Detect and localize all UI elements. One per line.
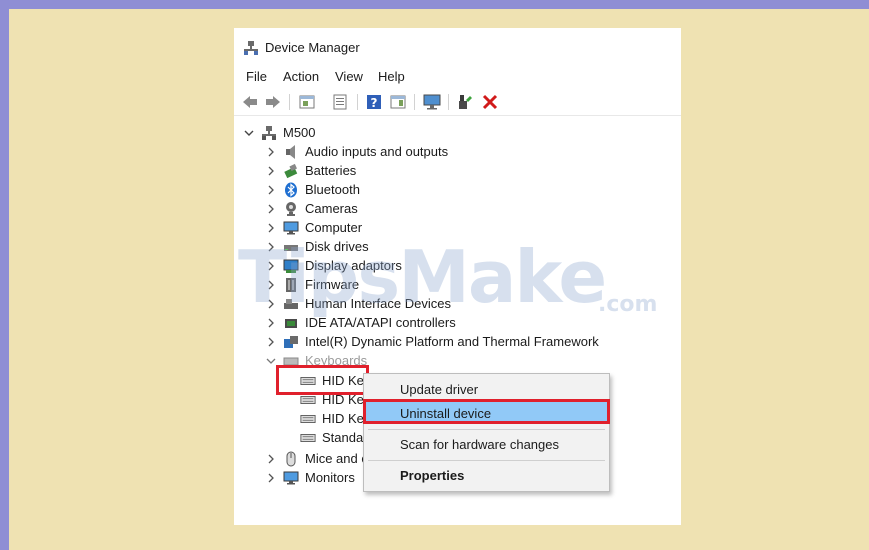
show-hide-console-tree-icon[interactable] [297,92,317,112]
category-label: Mice and c [305,451,368,466]
category-label: Intel(R) Dynamic Platform and Thermal Fr… [305,334,599,349]
category-label: Audio inputs and outputs [305,144,449,159]
chevron-right-icon[interactable] [265,298,277,310]
category-label: Cameras [305,201,358,216]
monitor-icon [283,470,299,486]
bluetooth-icon [283,182,299,198]
category-ide[interactable]: IDE ATA/ATAPI controllers [265,313,456,332]
category-firmware[interactable]: Firmware [265,275,359,294]
hid-icon [283,296,299,312]
chevron-right-icon[interactable] [265,260,277,272]
battery-icon [283,163,299,179]
help-icon[interactable]: ? [364,92,384,112]
menu-file[interactable]: File [246,69,267,84]
chevron-right-icon[interactable] [265,222,277,234]
top-border [0,0,869,9]
firmware-icon [283,277,299,293]
display-icon [283,258,299,274]
root-label: M500 [283,125,316,140]
category-computer[interactable]: Computer [265,218,362,237]
chevron-right-icon[interactable] [265,203,277,215]
chevron-right-icon[interactable] [265,146,277,158]
keyboard-device-4[interactable]: Standa [300,428,363,447]
svg-text:?: ? [371,96,378,110]
watermark-suffix: .com [598,292,658,317]
category-label: Computer [305,220,363,235]
context-menu: Update driver Uninstall device Scan for … [363,373,610,492]
chevron-right-icon[interactable] [265,472,277,484]
forward-arrow-icon[interactable] [263,92,283,112]
toolbar: ? [234,90,681,114]
speaker-icon [283,144,299,160]
category-batteries[interactable]: Batteries [265,161,356,180]
category-audio[interactable]: Audio inputs and outputs [265,142,448,161]
properties-sheet-icon[interactable] [330,92,350,112]
category-intel[interactable]: Intel(R) Dynamic Platform and Thermal Fr… [265,332,599,351]
device-label: Standa [322,430,364,445]
menu-scan-hardware[interactable]: Scan for hardware changes [364,433,609,455]
annotation-highlight-device [276,365,369,395]
mouse-icon [283,451,299,467]
chevron-right-icon[interactable] [265,241,277,253]
chevron-right-icon[interactable] [265,336,277,348]
camera-icon [283,201,299,217]
uninstall-x-icon[interactable] [480,92,500,112]
chevron-down-icon[interactable] [243,127,255,139]
menu-properties[interactable]: Properties [364,464,609,486]
menu-separator [368,460,605,461]
window-title: Device Manager [265,40,360,55]
chevron-right-icon[interactable] [265,453,277,465]
menu-view[interactable]: View [335,69,363,84]
category-label: Monitors [305,470,355,485]
category-label: Display adaptors [305,258,402,273]
left-border [0,0,9,550]
category-label: Firmware [305,277,360,292]
scan-hardware-icon[interactable] [422,92,442,112]
toolbar-separator [414,94,415,110]
category-label: Batteries [305,163,357,178]
device-label: HID Ke [322,411,364,426]
toolbar-separator [289,94,290,110]
category-bluetooth[interactable]: Bluetooth [265,180,360,199]
keyboard-icon [300,430,316,446]
category-label: Bluetooth [305,182,360,197]
toolbar-divider [234,115,681,116]
menu-bar: File Action View Help [234,68,681,86]
title-bar: Device Manager [234,28,681,68]
computer-icon [283,220,299,236]
menu-separator [368,429,605,430]
category-display-adaptors[interactable]: Display adaptors [265,256,402,275]
tree-root[interactable]: M500 [243,123,316,142]
annotation-highlight-uninstall [363,399,610,424]
computer-tree-icon [261,125,277,141]
update-driver-icon[interactable] [455,92,475,112]
category-hid[interactable]: Human Interface Devices [265,294,451,313]
category-label: IDE ATA/ATAPI controllers [305,315,456,330]
chevron-right-icon[interactable] [265,165,277,177]
category-cameras[interactable]: Cameras [265,199,358,218]
toolbar-separator [357,94,358,110]
chevron-right-icon[interactable] [265,184,277,196]
ide-icon [283,315,299,331]
back-arrow-icon[interactable] [240,92,260,112]
intel-icon [283,334,299,350]
keyboard-icon [300,411,316,427]
chevron-right-icon[interactable] [265,317,277,329]
category-mice[interactable]: Mice and c [265,449,368,468]
menu-help[interactable]: Help [378,69,405,84]
category-label: Disk drives [305,239,369,254]
menu-action[interactable]: Action [283,69,319,84]
keyboard-device-3[interactable]: HID Ke [300,409,364,428]
category-monitors[interactable]: Monitors [265,468,355,487]
toolbar-separator [448,94,449,110]
disk-icon [283,239,299,255]
chevron-right-icon[interactable] [265,279,277,291]
category-disk-drives[interactable]: Disk drives [265,237,369,256]
device-manager-icon [243,40,259,56]
action-pane-icon[interactable] [388,92,408,112]
category-label: Human Interface Devices [305,296,451,311]
menu-update-driver[interactable]: Update driver [364,378,609,400]
